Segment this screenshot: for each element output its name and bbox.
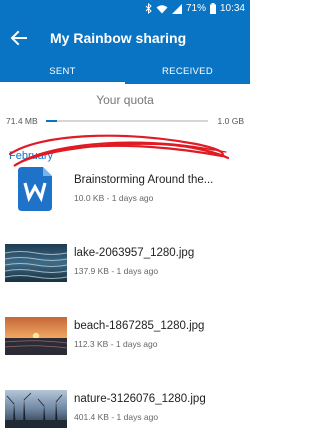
beach-thumbnail [5,317,67,355]
selected-tab-indicator [0,82,125,84]
list-item[interactable]: Brainstorming Around the... 10.0 KB - 1 … [0,163,250,217]
quota-used: 71.4 MB [6,116,38,126]
list-item[interactable]: nature-3126076_1280.jpg 401.4 KB - 1 day… [0,382,250,436]
quota-progress-track [46,120,208,122]
bluetooth-icon [145,3,152,14]
tab-bar: SENT RECEIVED [0,58,250,84]
tab-received[interactable]: RECEIVED [125,58,250,84]
tab-sent[interactable]: SENT [0,58,125,84]
quota-title: Your quota [96,93,154,107]
file-name: Brainstorming Around the... [74,174,214,186]
file-meta: 112.3 KB - 1 days ago [74,339,158,349]
file-meta: 10.0 KB - 1 days ago [74,193,154,203]
word-document-icon [18,167,52,211]
back-arrow-icon[interactable] [8,27,30,49]
file-name: nature-3126076_1280.jpg [74,393,206,405]
file-name: beach-1867285_1280.jpg [74,320,205,332]
status-bar: 71% 10:34 [0,0,250,18]
nature-thumbnail [5,390,67,428]
file-meta: 401.4 KB - 1 days ago [74,412,159,422]
tab-received-label: RECEIVED [162,65,213,77]
signal-icon [171,3,182,14]
wifi-icon [156,4,168,13]
quota-progress-fill [46,120,58,122]
quota-total: 1.0 GB [217,116,244,126]
month-section-header: February [9,150,54,162]
page-title: My Rainbow sharing [50,30,187,46]
tab-sent-label: SENT [49,65,76,77]
battery-percent: 71% [185,3,206,14]
file-meta: 137.9 KB - 1 days ago [74,266,159,276]
battery-icon [209,3,216,14]
clock: 10:34 [219,3,245,14]
list-item[interactable]: lake-2063957_1280.jpg 137.9 KB - 1 days … [0,236,250,290]
list-item[interactable]: beach-1867285_1280.jpg 112.3 KB - 1 days… [0,309,250,363]
lake-thumbnail [5,244,67,282]
file-name: lake-2063957_1280.jpg [74,247,195,259]
app-bar: My Rainbow sharing [0,18,250,58]
quota-bar-row: 71.4 MB 1.0 GB [0,113,250,129]
